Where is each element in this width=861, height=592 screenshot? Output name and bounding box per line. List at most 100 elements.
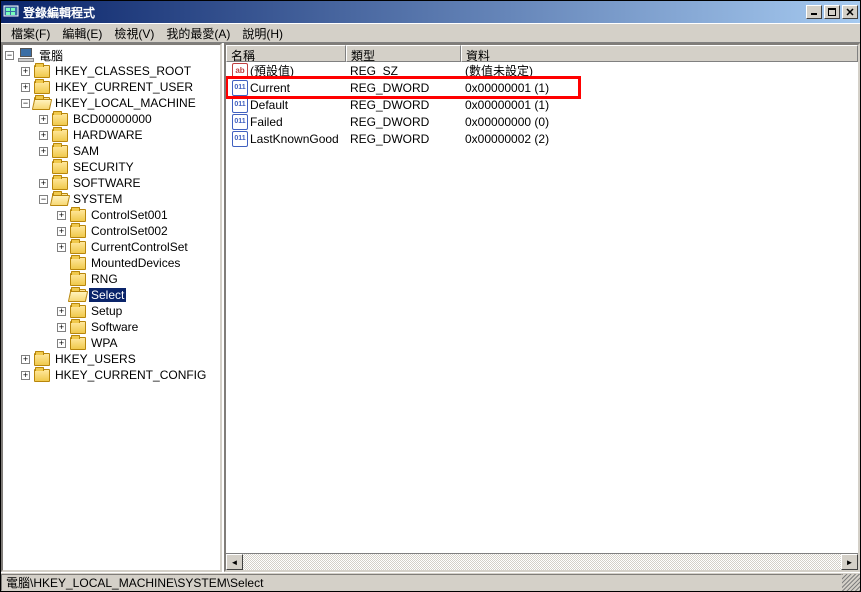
- collapse-icon[interactable]: −: [39, 195, 48, 204]
- tree-node-ccs[interactable]: + CurrentControlSet: [5, 239, 220, 255]
- tree-node-security[interactable]: SECURITY: [5, 159, 220, 175]
- scroll-right-icon[interactable]: ►: [841, 554, 858, 570]
- menu-favorites[interactable]: 我的最愛(A): [160, 23, 236, 44]
- value-row[interactable]: ab(預設值)REG_SZ(數值未設定): [226, 62, 858, 79]
- expand-icon[interactable]: +: [21, 371, 30, 380]
- expand-icon[interactable]: +: [57, 339, 66, 348]
- expand-icon[interactable]: +: [57, 211, 66, 220]
- expand-icon[interactable]: +: [57, 307, 66, 316]
- cell-name: 011LastKnownGood: [228, 131, 346, 147]
- folder-icon: [52, 161, 68, 174]
- cell-name: ab(預設值): [228, 62, 346, 79]
- folder-icon: [70, 305, 86, 318]
- tree-node-hkcu[interactable]: + HKEY_CURRENT_USER: [5, 79, 220, 95]
- computer-icon: [18, 48, 34, 62]
- tree-node-cs001[interactable]: + ControlSet001: [5, 207, 220, 223]
- tree-node-hku[interactable]: + HKEY_USERS: [5, 351, 220, 367]
- value-row[interactable]: 011FailedREG_DWORD0x00000000 (0): [226, 113, 858, 130]
- list-body[interactable]: ab(預設值)REG_SZ(數值未設定)011CurrentREG_DWORD0…: [226, 62, 858, 553]
- expand-icon[interactable]: +: [39, 131, 48, 140]
- menu-view[interactable]: 檢視(V): [108, 23, 160, 44]
- maximize-button[interactable]: [824, 5, 840, 19]
- tree-node-sam[interactable]: + SAM: [5, 143, 220, 159]
- horizontal-scrollbar[interactable]: ◄ ►: [226, 553, 858, 570]
- cell-name: 011Current: [228, 80, 346, 96]
- cell-data: 0x00000002 (2): [461, 132, 858, 146]
- minimize-button[interactable]: [806, 5, 822, 19]
- tree-label: HKEY_CLASSES_ROOT: [53, 64, 193, 78]
- toggle-spacer: [57, 275, 66, 284]
- tree-node-software2[interactable]: + Software: [5, 319, 220, 335]
- tree-node-hkcc[interactable]: + HKEY_CURRENT_CONFIG: [5, 367, 220, 383]
- value-row[interactable]: 011LastKnownGoodREG_DWORD0x00000002 (2): [226, 130, 858, 147]
- column-header-type[interactable]: 類型: [346, 45, 461, 62]
- tree-label: MountedDevices: [89, 256, 182, 270]
- expand-icon[interactable]: +: [39, 179, 48, 188]
- folder-icon: [70, 257, 86, 270]
- tree-node-rng[interactable]: RNG: [5, 271, 220, 287]
- tree-node-hardware[interactable]: + HARDWARE: [5, 127, 220, 143]
- expand-icon[interactable]: +: [21, 67, 30, 76]
- folder-icon: [34, 369, 50, 382]
- menu-file[interactable]: 檔案(F): [5, 23, 56, 44]
- tree-label: HARDWARE: [71, 128, 145, 142]
- value-row[interactable]: 011CurrentREG_DWORD0x00000001 (1): [226, 79, 858, 96]
- expand-icon[interactable]: +: [21, 355, 30, 364]
- cell-type: REG_DWORD: [346, 132, 461, 146]
- expand-icon[interactable]: +: [57, 323, 66, 332]
- cell-type: REG_SZ: [346, 64, 461, 78]
- tree-node-hklm[interactable]: − HKEY_LOCAL_MACHINE: [5, 95, 220, 111]
- resize-grip-icon[interactable]: [842, 574, 860, 591]
- tree-node-mounted[interactable]: MountedDevices: [5, 255, 220, 271]
- expand-icon[interactable]: +: [21, 83, 30, 92]
- tree-node-computer[interactable]: − 電腦: [5, 47, 220, 63]
- expand-icon[interactable]: +: [39, 147, 48, 156]
- menu-help[interactable]: 說明(H): [236, 23, 289, 44]
- expand-icon[interactable]: +: [39, 115, 48, 124]
- tree-node-bcd[interactable]: + BCD00000000: [5, 111, 220, 127]
- tree-node-hkcr[interactable]: + HKEY_CLASSES_ROOT: [5, 63, 220, 79]
- tree-label: RNG: [89, 272, 120, 286]
- expand-icon[interactable]: +: [57, 227, 66, 236]
- tree-label-selected: Select: [89, 288, 126, 302]
- status-path: 電腦\HKEY_LOCAL_MACHINE\SYSTEM\Select: [1, 574, 842, 591]
- menu-edit[interactable]: 編輯(E): [56, 23, 108, 44]
- status-bar: 電腦\HKEY_LOCAL_MACHINE\SYSTEM\Select: [1, 572, 860, 591]
- column-header-data[interactable]: 資料: [461, 45, 858, 62]
- value-row[interactable]: 011DefaultREG_DWORD0x00000001 (1): [226, 96, 858, 113]
- cell-type: REG_DWORD: [346, 81, 461, 95]
- folder-icon: [34, 65, 50, 78]
- tree-label: Setup: [89, 304, 124, 318]
- cell-type: REG_DWORD: [346, 115, 461, 129]
- expand-icon[interactable]: +: [57, 243, 66, 252]
- tree-label: HKEY_LOCAL_MACHINE: [53, 96, 198, 110]
- window-buttons: [804, 5, 858, 19]
- registry-tree: − 電腦 + HKEY_CLASSES_ROOT + HKEY_CURRENT_…: [3, 45, 220, 385]
- folder-icon: [70, 321, 86, 334]
- toggle-spacer: [57, 291, 66, 300]
- content-area: − 電腦 + HKEY_CLASSES_ROOT + HKEY_CURRENT_…: [1, 42, 860, 572]
- tree-label: ControlSet002: [89, 224, 170, 238]
- cell-name: 011Default: [228, 97, 346, 113]
- scroll-track[interactable]: [243, 554, 841, 570]
- tree-node-setup[interactable]: + Setup: [5, 303, 220, 319]
- tree-panel[interactable]: − 電腦 + HKEY_CLASSES_ROOT + HKEY_CURRENT_…: [1, 43, 222, 572]
- tree-node-wpa[interactable]: + WPA: [5, 335, 220, 351]
- collapse-icon[interactable]: −: [5, 51, 14, 60]
- scroll-left-icon[interactable]: ◄: [226, 554, 243, 570]
- tree-node-select[interactable]: Select: [5, 287, 220, 303]
- folder-icon: [70, 225, 86, 238]
- tree-node-system[interactable]: − SYSTEM: [5, 191, 220, 207]
- window-title: 登錄編輯程式: [23, 4, 804, 21]
- tree-node-software[interactable]: + SOFTWARE: [5, 175, 220, 191]
- tree-node-cs002[interactable]: + ControlSet002: [5, 223, 220, 239]
- close-button[interactable]: [842, 5, 858, 19]
- collapse-icon[interactable]: −: [21, 99, 30, 108]
- folder-icon: [52, 177, 68, 190]
- cell-type: REG_DWORD: [346, 98, 461, 112]
- menu-bar: 檔案(F) 編輯(E) 檢視(V) 我的最愛(A) 說明(H): [1, 23, 860, 42]
- toggle-spacer: [39, 163, 48, 172]
- tree-label: HKEY_USERS: [53, 352, 138, 366]
- tree-label: BCD00000000: [71, 112, 154, 126]
- column-header-name[interactable]: 名稱: [226, 45, 346, 62]
